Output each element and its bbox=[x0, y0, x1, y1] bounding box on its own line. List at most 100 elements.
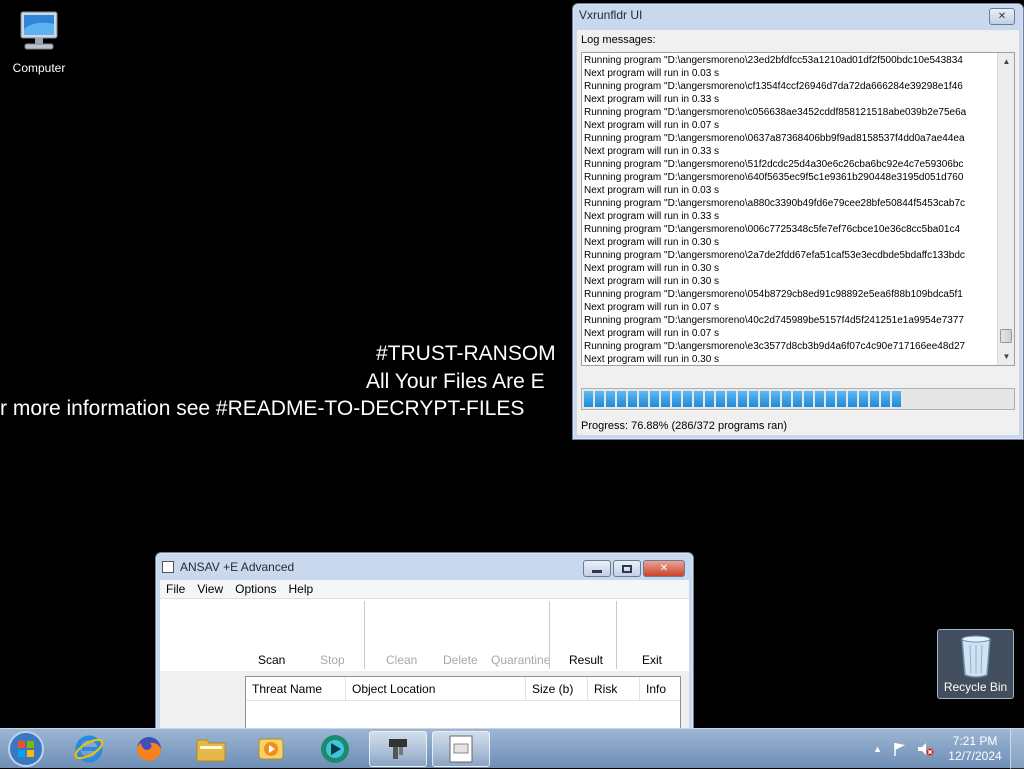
delete-button[interactable]: Delete bbox=[443, 653, 478, 667]
system-tray: ▲ 7:21 PM 12/7/2024 bbox=[873, 729, 1024, 769]
progress-segment bbox=[683, 391, 692, 407]
log-line: Next program will run in 0.30 s bbox=[584, 263, 720, 274]
progress-segment bbox=[705, 391, 714, 407]
quarantine-button[interactable]: Quarantine bbox=[491, 653, 550, 667]
taskbar-ansav[interactable] bbox=[369, 731, 427, 767]
desktop-icon-computer[interactable]: Computer bbox=[1, 10, 77, 75]
exit-button[interactable]: Exit bbox=[642, 653, 662, 667]
log-line: Running program "D:\angersmoreno\51f2dcd… bbox=[584, 159, 964, 170]
vxrunfldr-titlebar[interactable]: Vxrunfldr UI ✕ bbox=[573, 4, 1023, 26]
log-line: Running program "D:\angersmoreno\0637a87… bbox=[584, 133, 965, 144]
log-line: Running program "D:\angersmoreno\23ed2bf… bbox=[584, 55, 963, 66]
desktop-icon-computer-label: Computer bbox=[12, 61, 66, 75]
taskbar-clock[interactable]: 7:21 PM 12/7/2024 bbox=[940, 734, 1010, 764]
progress-status-text: Progress: 76.88% (286/372 programs ran) bbox=[581, 420, 788, 432]
taskbar-vxrunfldr[interactable] bbox=[432, 731, 490, 767]
column-threat-name[interactable]: Threat Name bbox=[246, 677, 346, 700]
scroll-down-arrow-icon[interactable]: ▼ bbox=[998, 348, 1014, 365]
result-button[interactable]: Result bbox=[569, 653, 603, 667]
desktop-icon-recycle-bin[interactable]: Recycle Bin bbox=[937, 629, 1014, 699]
scroll-thumb[interactable] bbox=[1000, 329, 1012, 343]
ransom-readme-text: r more information see #README-TO-DECRYP… bbox=[0, 397, 525, 420]
progress-bar bbox=[581, 388, 1015, 410]
progress-segment bbox=[826, 391, 835, 407]
ansav-taskbar-icon bbox=[389, 739, 407, 759]
ansav-title: ANSAV +E Advanced bbox=[180, 559, 295, 574]
folder-icon bbox=[196, 739, 226, 762]
progress-segment bbox=[584, 391, 593, 407]
progress-segment bbox=[848, 391, 857, 407]
taskbar-file-explorer[interactable] bbox=[182, 731, 240, 767]
column-info[interactable]: Info bbox=[640, 677, 680, 700]
threat-table-header: Threat Name Object Location Size (b) Ris… bbox=[246, 677, 680, 701]
progress-segment bbox=[694, 391, 703, 407]
log-messages-label: Log messages: bbox=[581, 34, 656, 46]
log-line: Next program will run in 0.30 s bbox=[584, 276, 720, 287]
firefox-icon bbox=[137, 737, 161, 761]
ansav-toolbar: Scan Stop Clean Delete Quarantine Result… bbox=[160, 599, 689, 671]
log-line: Next program will run in 0.07 s bbox=[584, 302, 720, 313]
menu-file[interactable]: File bbox=[160, 580, 191, 598]
menu-view[interactable]: View bbox=[191, 580, 229, 598]
taskbar-app-circle[interactable] bbox=[306, 731, 364, 767]
clean-button[interactable]: Clean bbox=[386, 653, 417, 667]
log-line: Running program "D:\angersmoreno\e3c3577… bbox=[584, 341, 966, 352]
toolbar-separator bbox=[549, 601, 550, 669]
recycle-bin-label: Recycle Bin bbox=[943, 680, 1008, 694]
log-line: Running program "D:\angersmoreno\a880c33… bbox=[584, 198, 966, 209]
progress-segment bbox=[837, 391, 846, 407]
log-line: Running program "D:\angersmoreno\2a7de2f… bbox=[584, 250, 965, 261]
column-size[interactable]: Size (b) bbox=[526, 677, 588, 700]
log-line: Next program will run in 0.03 s bbox=[584, 185, 720, 196]
progress-segment bbox=[804, 391, 813, 407]
progress-segment bbox=[639, 391, 648, 407]
ansav-menubar: File View Options Help bbox=[160, 580, 689, 599]
progress-segment bbox=[661, 391, 670, 407]
progress-segment bbox=[650, 391, 659, 407]
taskbar-firefox[interactable] bbox=[120, 731, 178, 767]
scroll-up-arrow-icon[interactable]: ▲ bbox=[998, 53, 1014, 70]
close-button[interactable]: ✕ bbox=[643, 560, 685, 577]
taskbar-internet-explorer[interactable] bbox=[60, 731, 118, 767]
clock-time: 7:21 PM bbox=[952, 734, 998, 748]
maximize-button[interactable] bbox=[613, 560, 641, 577]
progress-segment bbox=[595, 391, 604, 407]
threat-table[interactable]: Threat Name Object Location Size (b) Ris… bbox=[245, 676, 681, 736]
log-line: Next program will run in 0.30 s bbox=[584, 354, 720, 365]
progress-segment bbox=[628, 391, 637, 407]
progress-segment bbox=[859, 391, 868, 407]
toolbar-separator bbox=[364, 601, 365, 669]
ansav-titlebar[interactable]: ANSAV +E Advanced ✕ bbox=[156, 553, 693, 580]
log-line: Next program will run in 0.07 s bbox=[584, 328, 720, 339]
vxrunfldr-title: Vxrunfldr UI bbox=[579, 8, 643, 22]
taskbar-media-player[interactable] bbox=[242, 731, 300, 767]
log-line: Running program "D:\angersmoreno\cf1354f… bbox=[584, 81, 963, 92]
action-center-flag-icon[interactable] bbox=[892, 741, 908, 757]
vxrunfldr-close-button[interactable]: ✕ bbox=[989, 8, 1015, 25]
column-object-location[interactable]: Object Location bbox=[346, 677, 526, 700]
minimize-button[interactable] bbox=[583, 560, 611, 577]
menu-help[interactable]: Help bbox=[283, 580, 320, 598]
log-line: Next program will run in 0.07 s bbox=[584, 120, 720, 131]
minimize-icon bbox=[592, 570, 602, 573]
show-hidden-icons-icon[interactable]: ▲ bbox=[873, 744, 882, 754]
log-messages-list[interactable]: Running program "D:\angersmoreno\23ed2bf… bbox=[581, 52, 1015, 366]
internet-explorer-icon bbox=[74, 735, 104, 763]
maximize-icon bbox=[622, 564, 632, 573]
computer-icon bbox=[20, 11, 58, 50]
start-button[interactable] bbox=[0, 731, 52, 767]
progress-segment bbox=[870, 391, 879, 407]
progress-segment bbox=[771, 391, 780, 407]
progress-segment bbox=[606, 391, 615, 407]
scan-button[interactable]: Scan bbox=[258, 653, 285, 667]
toolbar-separator bbox=[616, 601, 617, 669]
log-scrollbar[interactable]: ▲ ▼ bbox=[997, 53, 1014, 365]
menu-options[interactable]: Options bbox=[229, 580, 282, 598]
volume-muted-icon[interactable] bbox=[916, 741, 934, 757]
stop-button[interactable]: Stop bbox=[320, 653, 345, 667]
log-line: Running program "D:\angersmoreno\054b872… bbox=[584, 289, 963, 300]
show-desktop-button[interactable] bbox=[1010, 729, 1024, 769]
column-risk[interactable]: Risk bbox=[588, 677, 640, 700]
log-line: Next program will run in 0.33 s bbox=[584, 211, 720, 222]
progress-segment bbox=[672, 391, 681, 407]
